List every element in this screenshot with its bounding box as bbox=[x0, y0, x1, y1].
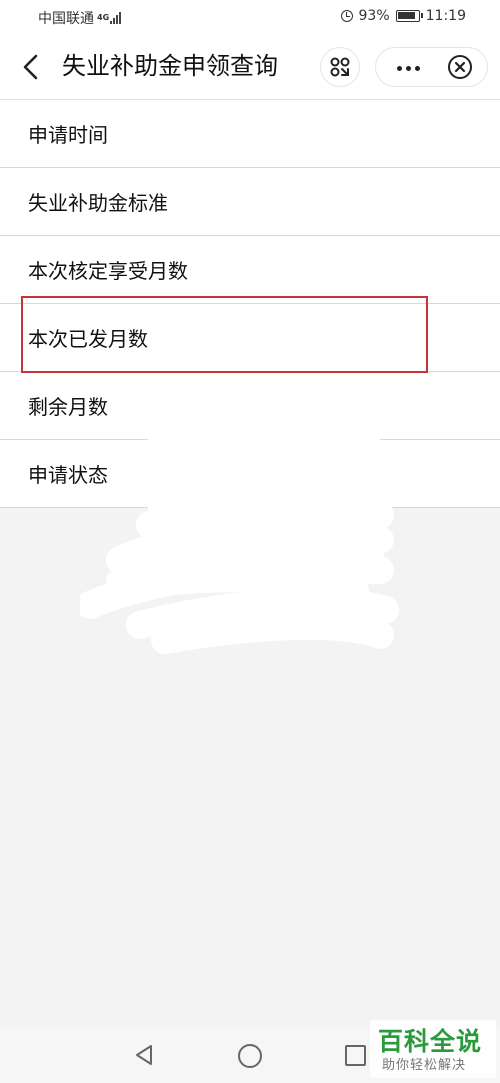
scan-icon bbox=[330, 57, 350, 77]
list-item-label: 本次核定享受月数 bbox=[28, 259, 188, 283]
list-item-approved-months[interactable]: 本次核定享受月数 bbox=[0, 236, 500, 304]
list-item-label: 本次已发月数 bbox=[28, 327, 148, 351]
list-item-application-time[interactable]: 申请时间 bbox=[0, 100, 500, 168]
scan-button[interactable] bbox=[320, 47, 360, 87]
carrier-name: 中国联通 bbox=[38, 11, 94, 27]
battery-percent: 93% bbox=[358, 8, 390, 24]
page-title: 失业补助金申领查询 bbox=[62, 52, 278, 80]
watermark-title: 百科全说 bbox=[378, 1027, 483, 1056]
status-left: 中国联通 4G bbox=[38, 8, 121, 28]
watermark-logo: 百科全说 助你轻松解决 bbox=[370, 1020, 496, 1078]
list-item-issued-months[interactable]: 本次已发月数 bbox=[0, 304, 500, 372]
mini-program-capsule bbox=[375, 47, 488, 87]
nav-bar: 失业补助金申领查询 bbox=[0, 34, 500, 100]
back-arrow-icon bbox=[23, 54, 38, 80]
close-button[interactable] bbox=[448, 55, 472, 79]
list-item-label: 失业补助金标准 bbox=[28, 191, 168, 215]
redaction-scribble bbox=[80, 430, 399, 654]
back-button[interactable] bbox=[16, 52, 46, 82]
system-home-icon[interactable] bbox=[238, 1044, 262, 1068]
list-item-label: 申请时间 bbox=[28, 123, 108, 147]
status-right: 93% 11:19 bbox=[340, 8, 466, 24]
alarm-icon bbox=[340, 10, 353, 22]
status-bar: 中国联通 4G 93% 11:19 bbox=[0, 0, 500, 34]
clock-time: 11:19 bbox=[425, 8, 466, 24]
list-item-label: 剩余月数 bbox=[28, 395, 108, 419]
more-dots-icon bbox=[396, 65, 420, 71]
network-type: 4G bbox=[97, 13, 110, 22]
watermark-subtitle: 助你轻松解决 bbox=[382, 1058, 467, 1073]
signal-icon bbox=[110, 12, 121, 24]
close-circle-icon bbox=[454, 61, 466, 73]
system-back-icon[interactable] bbox=[134, 1044, 154, 1066]
battery-icon bbox=[395, 10, 423, 22]
more-button[interactable] bbox=[390, 56, 426, 80]
system-recents-icon[interactable] bbox=[345, 1045, 366, 1066]
list-item-subsidy-standard[interactable]: 失业补助金标准 bbox=[0, 168, 500, 236]
